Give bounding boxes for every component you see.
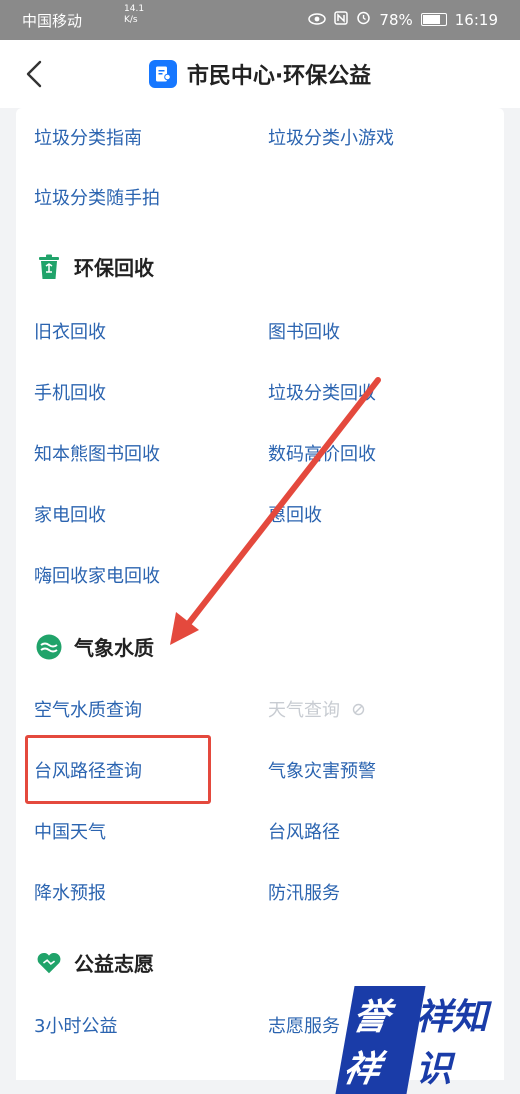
- citizen-center-icon: [148, 60, 177, 88]
- status-right: 78% 16:19: [308, 10, 498, 29]
- clock: 16:19: [454, 10, 498, 29]
- section-weather-title: 气象水质: [74, 636, 154, 660]
- title-bar: 市民中心·环保公益: [0, 40, 520, 108]
- carrier-label: 中国移动: [22, 12, 83, 30]
- section-charity-title: 公益志愿: [74, 952, 154, 976]
- service-flood-control[interactable]: 防汛服务: [268, 879, 340, 905]
- service-air-water-query[interactable]: 空气水质查询: [34, 696, 142, 722]
- service-hui-recycle[interactable]: 惠回收: [268, 501, 322, 527]
- section-recycle-title: 环保回收: [74, 256, 154, 280]
- service-weather-warning[interactable]: 气象灾害预警: [268, 757, 376, 783]
- service-zhibenxiong-recycle[interactable]: 知本熊图书回收: [34, 440, 160, 466]
- watermark-text: 祥知识: [415, 997, 488, 1090]
- service-digital-recycle[interactable]: 数码高价回收: [268, 440, 376, 466]
- service-weather-query-label: 天气查询: [268, 700, 340, 721]
- service-garbage-recycle[interactable]: 垃圾分类回收: [268, 379, 376, 405]
- network-speed: 14.1 K/s: [124, 4, 144, 26]
- service-book-recycle[interactable]: 图书回收: [268, 318, 340, 344]
- net-speed-unit: K/s: [124, 15, 138, 25]
- alarm-icon: [356, 10, 371, 29]
- service-typhoon-path[interactable]: 台风路径: [268, 818, 340, 844]
- service-appliance-recycle[interactable]: 家电回收: [34, 501, 106, 527]
- service-garbage-photo[interactable]: 垃圾分类随手拍: [34, 184, 160, 210]
- service-typhoon-path-query[interactable]: 台风路径查询: [34, 757, 142, 783]
- title-wrap: 市民中心·环保公益: [0, 40, 520, 108]
- nfc-icon: [334, 10, 349, 29]
- net-speed-value: 14.1: [124, 4, 145, 14]
- heart-hands-icon: [36, 950, 62, 976]
- eye-icon: [308, 11, 327, 29]
- service-volunteer[interactable]: 志愿服务: [268, 1012, 340, 1038]
- service-garbage-game[interactable]: 垃圾分类小游戏: [268, 124, 394, 150]
- watermark-logo: 誉祥 祥知识: [335, 986, 510, 1094]
- service-garbage-guide[interactable]: 垃圾分类指南: [34, 124, 142, 150]
- section-recycle-header: 环保回收: [36, 252, 154, 281]
- service-clothes-recycle[interactable]: 旧衣回收: [34, 318, 106, 344]
- section-charity-header: 公益志愿: [36, 948, 154, 977]
- service-weather-query: 天气查询: [268, 696, 365, 722]
- service-3h-charity[interactable]: 3小时公益: [34, 1012, 117, 1038]
- page-title: 市民中心·环保公益: [186, 64, 372, 89]
- battery-icon: [420, 13, 447, 26]
- trash-bin-icon: [36, 254, 62, 280]
- service-phone-recycle[interactable]: 手机回收: [34, 379, 106, 405]
- status-bar: 中国移动 14.1 K/s 78% 16:19: [0, 0, 520, 40]
- water-wave-icon: [36, 634, 62, 660]
- section-weather-header: 气象水质: [36, 632, 154, 661]
- service-hai-recycle[interactable]: 嗨回收家电回收: [34, 562, 160, 588]
- service-list: 垃圾分类指南 垃圾分类小游戏 垃圾分类随手拍 环保回收 旧衣回收 图书回收 手机…: [16, 108, 504, 1080]
- service-china-weather[interactable]: 中国天气: [34, 818, 106, 844]
- service-rain-forecast[interactable]: 降水预报: [34, 879, 106, 905]
- battery-percent: 78%: [379, 10, 413, 29]
- unavailable-icon: [352, 703, 364, 716]
